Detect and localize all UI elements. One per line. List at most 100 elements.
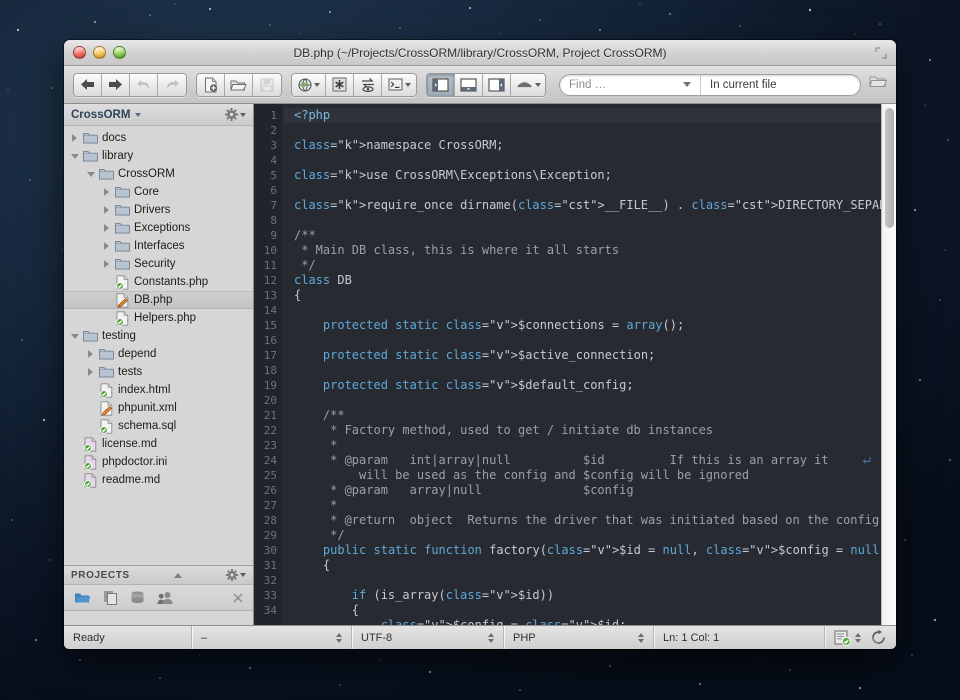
project-name-label[interactable]: CrossORM [71, 109, 130, 121]
code-line[interactable]: class="k">use CrossORM\Exceptions\Except… [284, 168, 881, 183]
code-line[interactable]: class="k">require_once dirname(class="cs… [284, 198, 881, 213]
tree-item-depend[interactable]: depend [64, 345, 253, 363]
toggle-bottom-panel-button[interactable] [455, 74, 483, 96]
code-line[interactable]: * @param array|null $config [284, 483, 881, 498]
code-line[interactable]: will be used as the config and $config w… [284, 468, 881, 483]
code-line[interactable]: protected static class="v">$active_conne… [284, 348, 881, 363]
search-input[interactable] [569, 79, 683, 91]
chevron-down-icon[interactable] [84, 172, 97, 177]
code-line[interactable]: * Main DB class, this is where it all st… [284, 243, 881, 258]
code-line[interactable]: { [284, 603, 881, 618]
users-icon[interactable] [157, 591, 174, 605]
code-line[interactable]: * @return object Returns the driver that… [284, 513, 881, 528]
database-icon[interactable] [130, 591, 145, 605]
code-line[interactable]: * [284, 498, 881, 513]
language-stepper[interactable] [628, 633, 644, 643]
code-line[interactable] [284, 363, 881, 378]
open-folder-icon[interactable] [869, 74, 887, 89]
tree-item-crossorm[interactable]: CrossORM [64, 165, 253, 183]
undo-button[interactable] [130, 74, 158, 96]
code-content[interactable]: <?php class="k">namespace CrossORM; clas… [284, 104, 881, 625]
code-line[interactable] [284, 153, 881, 168]
tree-item-interfaces[interactable]: Interfaces [64, 237, 253, 255]
tree-item-phpunit-xml[interactable]: phpunit.xml [64, 399, 253, 417]
chevron-down-icon[interactable] [68, 154, 81, 159]
chevron-right-icon[interactable] [100, 260, 113, 268]
code-line[interactable] [284, 573, 881, 588]
chevron-up-icon[interactable] [174, 573, 182, 578]
code-line[interactable]: * [284, 438, 881, 453]
new-file-button[interactable] [197, 74, 225, 96]
toggle-right-panel-button[interactable] [483, 74, 511, 96]
file-tree[interactable]: docslibraryCrossORMCoreDriversExceptions… [64, 126, 253, 565]
tree-item-testing[interactable]: testing [64, 327, 253, 345]
code-line[interactable]: */ [284, 258, 881, 273]
tree-item-library[interactable]: library [64, 147, 253, 165]
chevron-right-icon[interactable] [84, 350, 97, 358]
scope-input[interactable] [710, 79, 851, 91]
find-scope-field[interactable] [701, 75, 860, 95]
chevron-right-icon[interactable] [100, 242, 113, 250]
code-line[interactable] [284, 393, 881, 408]
projects-panel-header[interactable]: PROJECTS [64, 565, 253, 585]
code-editor[interactable]: 1234567891011121314151617181920212223242… [254, 104, 881, 625]
code-line[interactable]: * Factory method, used to get / initiate… [284, 423, 881, 438]
close-window-button[interactable] [73, 46, 86, 59]
tree-item-license-md[interactable]: license.md [64, 435, 253, 453]
code-line[interactable]: { [284, 288, 881, 303]
chevron-right-icon[interactable] [100, 224, 113, 232]
code-line[interactable]: public static function factory(class="v"… [284, 543, 881, 558]
code-line[interactable]: protected static class="v">$default_conf… [284, 378, 881, 393]
symbol-selector[interactable]: – [192, 626, 352, 649]
tree-item-schema-sql[interactable]: schema.sql [64, 417, 253, 435]
zoom-window-button[interactable] [113, 46, 126, 59]
chevron-down-icon[interactable] [135, 113, 141, 117]
encoding-selector[interactable]: UTF-8 [352, 626, 504, 649]
scrollbar-thumb[interactable] [885, 108, 894, 228]
refresh-icon[interactable] [870, 629, 887, 646]
copy-pages-icon[interactable] [103, 590, 118, 605]
snippets-button[interactable] [326, 74, 354, 96]
validate-document-icon[interactable] [834, 630, 851, 646]
code-line[interactable] [284, 303, 881, 318]
chevron-right-icon[interactable] [84, 368, 97, 376]
language-selector[interactable]: PHP [504, 626, 654, 649]
code-line[interactable] [284, 213, 881, 228]
chevron-right-icon[interactable] [68, 134, 81, 142]
window-titlebar[interactable]: DB.php (~/Projects/CrossORM/library/Cros… [64, 40, 896, 66]
tree-item-drivers[interactable]: Drivers [64, 201, 253, 219]
chevron-right-icon[interactable] [100, 188, 113, 196]
code-line[interactable]: */ [284, 528, 881, 543]
fullscreen-icon[interactable] [875, 47, 887, 59]
open-file-button[interactable] [225, 74, 253, 96]
tree-item-security[interactable]: Security [64, 255, 253, 273]
back-button[interactable] [74, 74, 102, 96]
chevron-down-icon[interactable] [240, 113, 246, 117]
code-line[interactable]: class DB [284, 273, 881, 288]
code-line[interactable] [284, 333, 881, 348]
code-line[interactable] [284, 183, 881, 198]
tree-item-helpers-php[interactable]: Helpers.php [64, 309, 253, 327]
tree-item-constants-php[interactable]: Constants.php [64, 273, 253, 291]
symbol-stepper[interactable] [326, 633, 342, 643]
terminal-button[interactable] [382, 74, 416, 96]
tree-item-core[interactable]: Core [64, 183, 253, 201]
tree-item-docs[interactable]: docs [64, 129, 253, 147]
encoding-stepper[interactable] [478, 633, 494, 643]
tree-item-readme-md[interactable]: readme.md [64, 471, 253, 489]
close-x-icon[interactable] [233, 593, 243, 603]
code-line[interactable]: <?php [284, 108, 881, 123]
chevron-down-icon[interactable] [683, 82, 691, 87]
code-line[interactable]: * @param int|array|null $id If this is a… [284, 453, 881, 468]
tree-item-exceptions[interactable]: Exceptions [64, 219, 253, 237]
code-line[interactable]: class="v">$config = class="v">$id; [284, 618, 881, 625]
preview-in-browser-button[interactable] [292, 74, 326, 96]
gear-icon[interactable] [226, 569, 238, 581]
gear-icon[interactable] [225, 108, 238, 121]
minimize-window-button[interactable] [93, 46, 106, 59]
code-line[interactable]: { [284, 558, 881, 573]
validate-stepper[interactable] [855, 633, 861, 643]
code-line[interactable]: if (is_array(class="v">$id)) [284, 588, 881, 603]
code-line[interactable] [284, 123, 881, 138]
toggle-toolbar-button[interactable] [511, 74, 545, 96]
